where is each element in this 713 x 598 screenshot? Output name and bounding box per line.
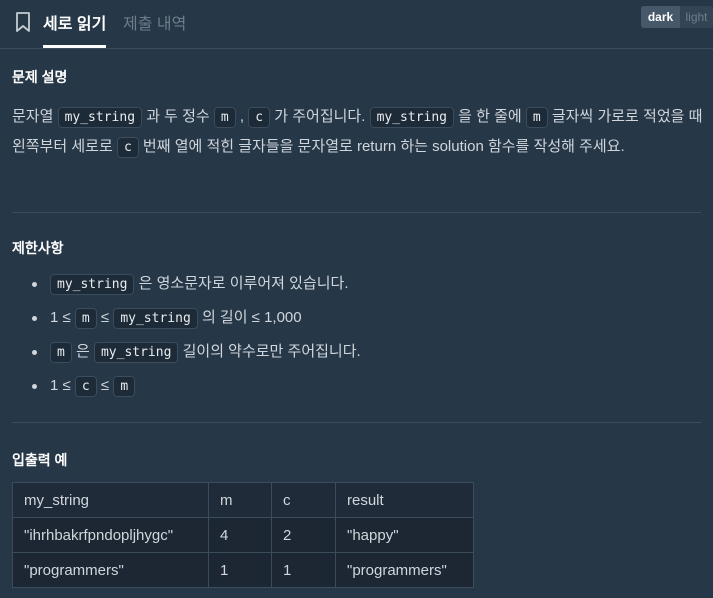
inline-code: my_string [369, 107, 455, 128]
inline-code: c [116, 137, 139, 158]
column-header: my_string [12, 482, 209, 518]
constraint-text: 1 ≤ [50, 309, 75, 326]
inline-code: my_string [57, 107, 143, 128]
table-cell: "programmers" [12, 552, 209, 588]
description-text: 문자열 [12, 108, 58, 125]
section-divider [12, 212, 701, 213]
description-text: 과 두 정수 [142, 108, 214, 125]
constraint-text: ≤ [96, 309, 114, 326]
table-cell: "programmers" [335, 552, 474, 588]
table-cell: 2 [271, 517, 336, 553]
examples-title: 입출력 예 [12, 452, 68, 468]
section-divider [12, 422, 701, 423]
column-header: c [271, 482, 336, 518]
table-cell: "happy" [335, 517, 474, 553]
problem-description-title: 문제 설명 [12, 69, 68, 85]
inline-code: c [74, 376, 97, 397]
table-cell: 1 [271, 552, 336, 588]
inline-code: m [113, 376, 136, 397]
column-header: result [335, 482, 474, 518]
constraint-item: m 은 my_string 길이의 약수로만 주어집니다. [30, 338, 690, 372]
table-row: "ihrhbakrfpndopljhygc" 4 2 "happy" [12, 517, 474, 553]
inline-code: m [74, 308, 97, 329]
table-cell: "ihrhbakrfpndopljhygc" [12, 517, 209, 553]
constraint-text: 의 길이 ≤ 1,000 [197, 309, 302, 326]
inline-code: my_string [93, 342, 179, 363]
bookmark-icon[interactable] [14, 11, 32, 33]
theme-dark-option[interactable]: dark [641, 6, 680, 28]
inline-code: my_string [50, 274, 135, 295]
examples-table: my_string m c result "ihrhbakrfpndopljhy… [12, 482, 474, 588]
inline-code: m [50, 342, 72, 363]
top-bar: 세로 읽기 제출 내역 dark light [0, 0, 713, 49]
table-header-row: my_string m c result [12, 482, 474, 518]
constraint-text: 길이의 약수로만 주어집니다. [178, 343, 361, 360]
table-cell: 4 [208, 517, 272, 553]
constraint-text: 은 영소문자로 이루어져 있습니다. [134, 275, 349, 292]
table-cell: 1 [208, 552, 272, 588]
problem-description: 문자열 my_string 과 두 정수 m , c 가 주어집니다. my_s… [12, 102, 708, 162]
table-row: "programmers" 1 1 "programmers" [12, 552, 474, 588]
constraint-item: 1 ≤ c ≤ m [30, 372, 690, 406]
constraints-title: 제한사항 [12, 240, 64, 256]
theme-toggle[interactable]: dark light [641, 6, 713, 28]
theme-light-option[interactable]: light [680, 6, 713, 28]
inline-code: my_string [113, 308, 198, 329]
constraint-item: 1 ≤ m ≤ my_string 의 길이 ≤ 1,000 [30, 304, 690, 338]
description-text: 을 한 줄에 [454, 108, 526, 125]
inline-code: m [525, 107, 548, 128]
constraint-text: 은 [71, 343, 94, 360]
constraint-text: ≤ [96, 377, 114, 394]
constraints-list: my_string 은 영소문자로 이루어져 있습니다. 1 ≤ m ≤ my_… [30, 270, 690, 406]
description-text: 가 주어집니다. [270, 108, 370, 125]
inline-code: m [213, 107, 236, 128]
description-text: 번째 열에 적힌 글자들을 문자열로 return 하는 solution 함수… [138, 138, 625, 155]
active-tab-indicator [43, 45, 106, 48]
tab-submission-history[interactable]: 제출 내역 [123, 10, 186, 34]
description-text: , [235, 108, 249, 125]
constraint-item: my_string 은 영소문자로 이루어져 있습니다. [30, 270, 690, 304]
tab-read[interactable]: 세로 읽기 [43, 10, 106, 34]
column-header: m [208, 482, 272, 518]
constraint-text: 1 ≤ [50, 377, 75, 394]
inline-code: c [248, 107, 271, 128]
